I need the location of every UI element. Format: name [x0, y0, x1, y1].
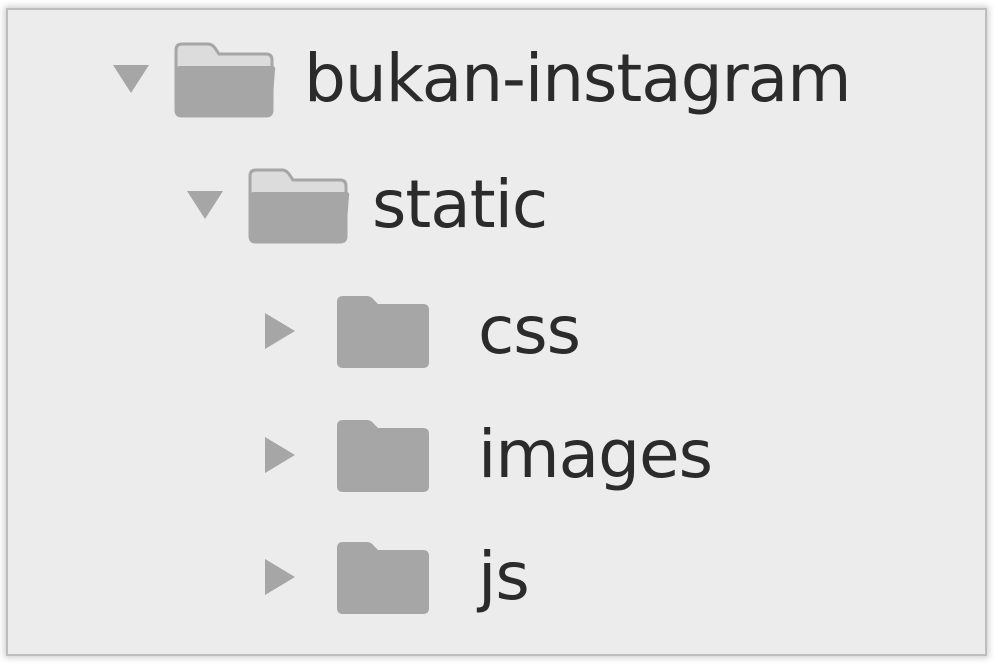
triangle-right-icon[interactable]: [252, 425, 306, 485]
triangle-right-icon[interactable]: [252, 301, 306, 361]
folder-closed-icon: [328, 532, 438, 622]
tree-item-js[interactable]: js: [252, 522, 530, 632]
folder-open-icon: [170, 34, 280, 124]
folder-open-icon: [244, 160, 354, 250]
folder-closed-icon: [328, 286, 438, 376]
file-tree: bukan-instagram static css images js: [8, 10, 985, 654]
tree-item-label: static: [372, 166, 548, 243]
tree-item-bukan-instagram[interactable]: bukan-instagram: [104, 24, 852, 134]
triangle-right-icon[interactable]: [252, 547, 306, 607]
tree-item-static[interactable]: static: [178, 150, 548, 260]
triangle-down-icon[interactable]: [178, 175, 232, 235]
file-tree-panel: bukan-instagram static css images js: [6, 8, 987, 656]
tree-item-label: css: [478, 292, 581, 369]
tree-item-images[interactable]: images: [252, 400, 713, 510]
tree-item-label: bukan-instagram: [304, 40, 852, 117]
tree-item-label: js: [478, 538, 530, 615]
triangle-down-icon[interactable]: [104, 49, 158, 109]
tree-item-css[interactable]: css: [252, 276, 581, 386]
tree-item-label: images: [478, 416, 713, 493]
folder-closed-icon: [328, 410, 438, 500]
